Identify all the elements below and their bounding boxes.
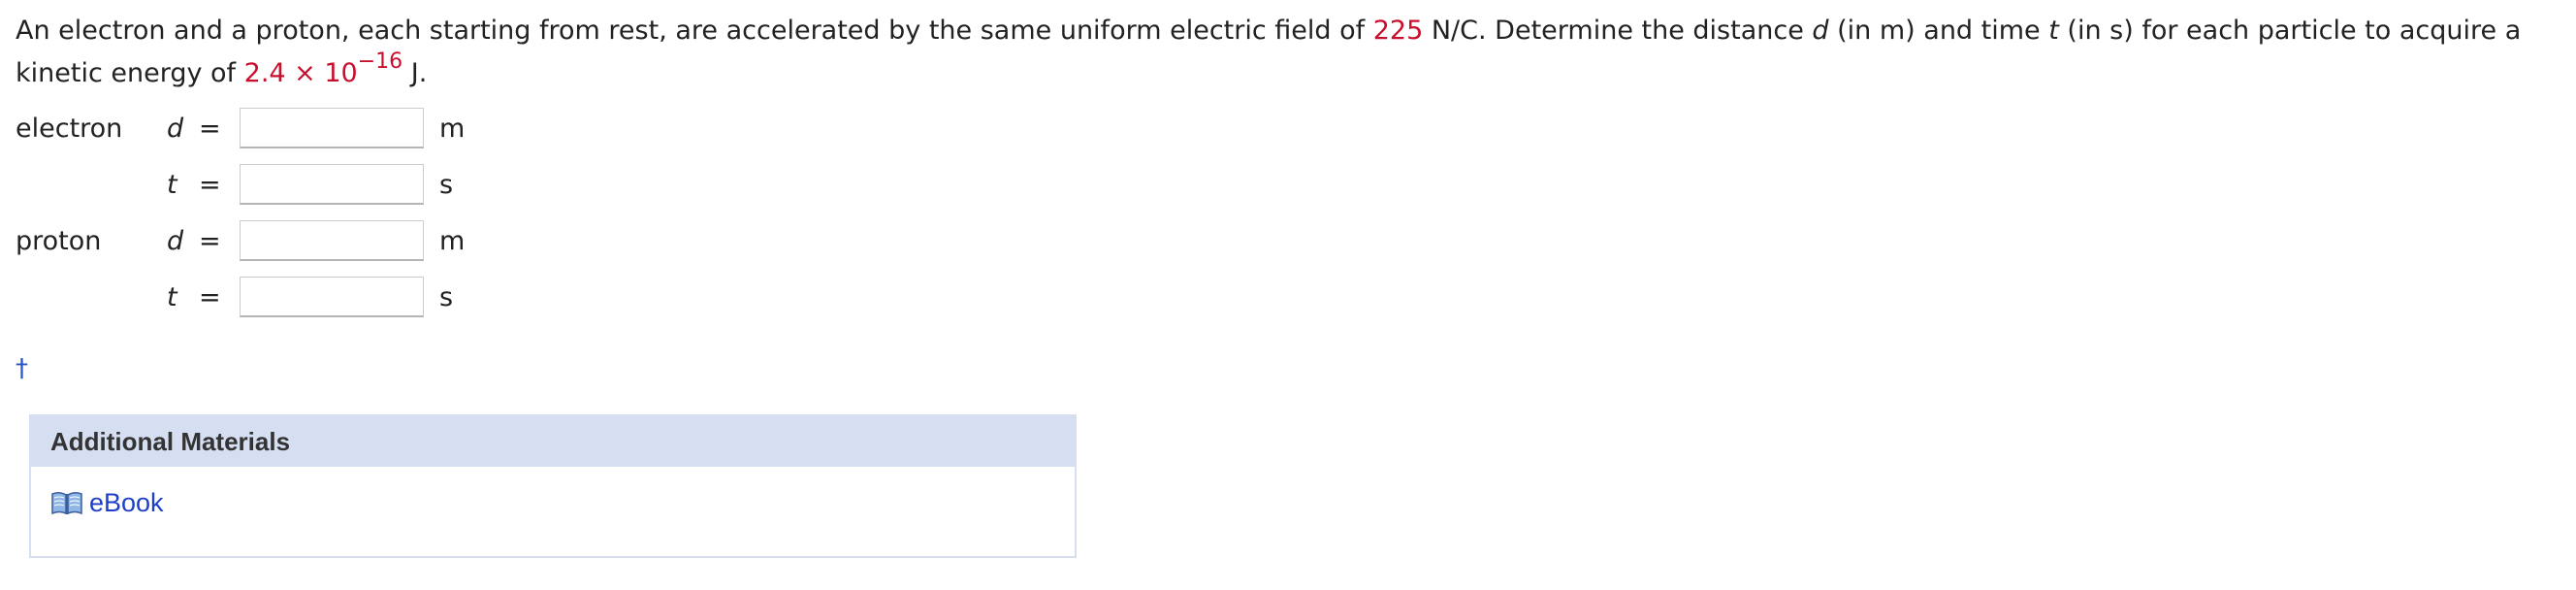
equals-sign: = (199, 170, 221, 200)
dagger-mark: † (16, 354, 28, 383)
question-part: J. (402, 58, 428, 88)
energy-mantissa: 2.4 × 10 (243, 58, 358, 88)
ebook-link[interactable]: eBook (50, 488, 164, 518)
electron-d-row: electron d = m (0, 107, 582, 151)
energy-value: 2.4 × 10−16 (243, 51, 403, 89)
unit-m: m (439, 114, 466, 144)
electron-distance-input[interactable] (240, 108, 424, 148)
question-text: An electron and a proton, each starting … (16, 10, 2561, 95)
variable-t-label: t (167, 282, 177, 312)
field-value: 225 (1372, 16, 1424, 46)
variable-d: d (1812, 16, 1829, 46)
question-part: (in m) and time (1828, 16, 2049, 46)
unit-s: s (439, 170, 454, 200)
equals-sign: = (199, 226, 221, 256)
additional-materials-panel: Additional Materials eBook (29, 414, 1077, 558)
question-part: An electron and a proton, each starting … (16, 16, 1373, 46)
variable-d-label: d (167, 226, 184, 256)
proton-time-input[interactable] (240, 277, 424, 317)
proton-distance-input[interactable] (240, 220, 424, 261)
variable-t: t (2048, 16, 2059, 46)
unit-m: m (439, 226, 466, 256)
additional-materials-header: Additional Materials (31, 416, 1075, 467)
equals-sign: = (199, 282, 221, 312)
variable-d-label: d (167, 114, 184, 144)
proton-label: proton (16, 226, 102, 256)
unit-s: s (439, 282, 454, 312)
question-part: N/C. Determine the distance (1423, 16, 1813, 46)
proton-t-row: t = s (0, 276, 582, 320)
electron-t-row: t = s (0, 163, 582, 208)
ebook-label: eBook (89, 488, 164, 517)
open-book-icon (50, 490, 83, 517)
equals-sign: = (199, 114, 221, 144)
electron-label: electron (16, 114, 123, 144)
variable-t-label: t (167, 170, 177, 200)
additional-materials-body: eBook (31, 467, 1075, 546)
electron-time-input[interactable] (240, 164, 424, 205)
proton-d-row: proton d = m (0, 219, 582, 264)
energy-exponent: −16 (357, 49, 403, 74)
